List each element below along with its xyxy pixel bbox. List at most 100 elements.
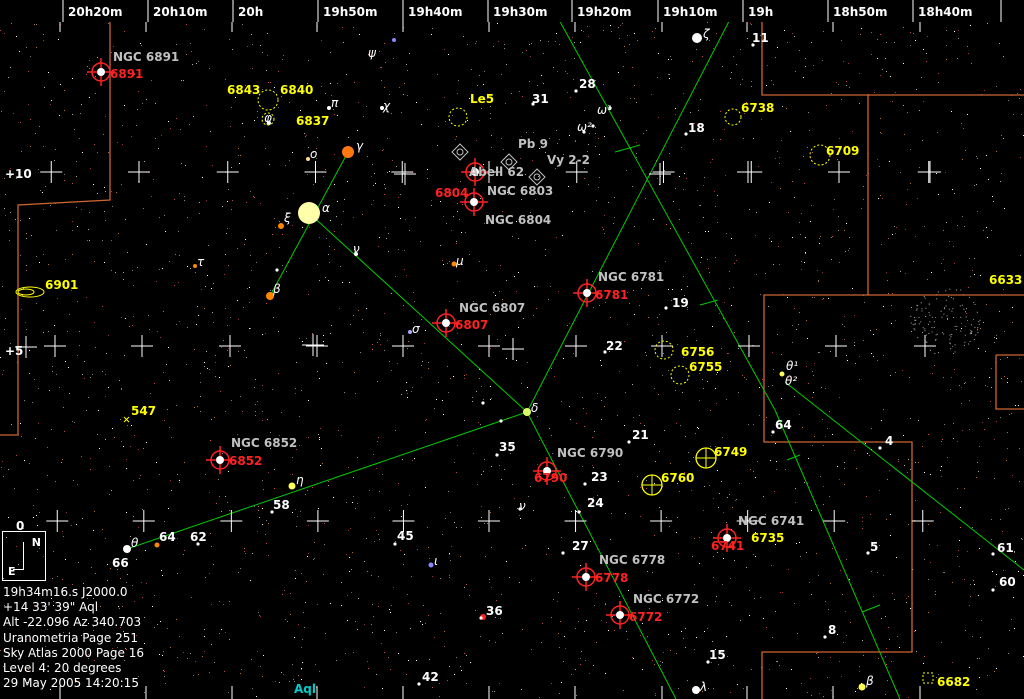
label-ngc6778: NGC 6778 <box>599 553 665 567</box>
label-64b: 64 <box>775 418 792 432</box>
label-6772: 6772 <box>629 610 662 624</box>
star-altair <box>298 202 320 224</box>
label-19: 19 <box>672 296 689 310</box>
label-tau: τ <box>197 255 205 269</box>
label-abell62: Abell 62 <box>469 165 524 179</box>
info-altaz: Alt -22.096 Az 340.703 <box>3 615 142 630</box>
label-iota: ι <box>434 554 438 568</box>
label-36: 36 <box>486 604 503 618</box>
label-omicron: ο <box>310 147 317 161</box>
info-dec: +14 33' 39" Aql <box>3 600 99 615</box>
ra-label-1950: 19h50m <box>323 5 377 19</box>
label-6709: 6709 <box>826 144 859 158</box>
ra-label-19h: 19h <box>748 5 773 19</box>
label-24: 24 <box>587 496 604 510</box>
label-beta: β <box>272 282 281 296</box>
label-61: 61 <box>997 541 1014 555</box>
label-6738: 6738 <box>741 101 774 115</box>
label-6760: 6760 <box>661 471 694 485</box>
label-ngc6741: NGC 6741 <box>738 514 804 528</box>
ra-label-1940: 19h40m <box>408 5 462 19</box>
compass-east: E <box>8 565 16 578</box>
label-58: 58 <box>273 498 290 512</box>
label-nu: ν <box>353 242 360 256</box>
label-15: 15 <box>709 648 726 662</box>
label-45: 45 <box>397 529 414 543</box>
label-ngc6891: NGC 6891 <box>113 50 179 64</box>
label-theta-aql: θ <box>131 536 139 550</box>
label-ngc6852: NGC 6852 <box>231 436 297 450</box>
label-8: 8 <box>828 623 836 637</box>
ra-label-1910: 19h10m <box>663 5 717 19</box>
label-beta-ser: β <box>865 674 874 688</box>
obj-6749[interactable] <box>695 447 717 469</box>
label-phi: φ <box>264 111 272 125</box>
compass-north: N <box>31 536 41 549</box>
info-level: Level 4: 20 degrees <box>3 661 122 676</box>
info-panel: 19h34m16.s J2000.0 +14 33' 39" Aql Alt -… <box>3 585 144 691</box>
label-chi: χ <box>382 99 391 113</box>
label-mu: μ <box>455 254 464 268</box>
ra-label-2010: 20h10m <box>153 5 207 19</box>
star-lambda-aql <box>692 686 700 694</box>
label-omega1: ω¹ <box>597 103 612 117</box>
obj-6760[interactable] <box>641 474 663 496</box>
label-pb9: Pb 9 <box>518 137 548 151</box>
label-eta: η <box>296 473 304 487</box>
label-6804: 6804 <box>435 186 468 200</box>
label-4: 4 <box>885 434 893 448</box>
label-6633: 6633 <box>989 273 1022 287</box>
label-6790: 6790 <box>534 471 567 485</box>
label-gamma: γ <box>356 139 364 153</box>
label-23: 23 <box>591 470 608 484</box>
ra-label-1840: 18h40m <box>918 5 972 19</box>
label-6781: 6781 <box>595 288 628 302</box>
label-ngc6803: NGC 6803 <box>487 184 553 198</box>
label-6741: 6741 <box>711 539 744 553</box>
label-62: 62 <box>190 530 207 544</box>
info-datetime: 29 May 2005 14:20:15 <box>3 676 139 691</box>
label-6682: 6682 <box>937 675 970 689</box>
label-6749: 6749 <box>714 445 747 459</box>
label-66: 66 <box>112 556 129 570</box>
label-6755: 6755 <box>689 360 722 374</box>
star-chart[interactable]: 20h20m 20h10m 20h 19h50m 19h40m 19h30m 1… <box>0 0 1024 699</box>
info-uranometria: Uranometria Page 251 <box>3 630 138 645</box>
label-35: 35 <box>499 440 516 454</box>
label-64a: 64 <box>159 530 176 544</box>
star-iota <box>428 562 434 568</box>
ra-label-1920: 19h20m <box>577 5 631 19</box>
label-theta2: θ² <box>785 374 797 388</box>
label-sigma: σ <box>412 322 420 336</box>
label-6778: 6778 <box>595 571 628 585</box>
dec-label-plus10: +10 <box>5 167 32 181</box>
compass-rose: N E <box>2 531 46 581</box>
label-6891: 6891 <box>110 67 143 81</box>
compass-north-arm <box>23 542 24 570</box>
label-pi: π <box>331 96 339 110</box>
label-5: 5 <box>870 540 878 554</box>
info-ra: 19h34m16.s J2000.0 <box>3 585 128 599</box>
star-tarazed <box>342 146 354 158</box>
label-6843: 6843 <box>227 83 260 97</box>
label-6852: 6852 <box>229 454 262 468</box>
label-27: 27 <box>572 539 589 553</box>
star-theta-aql <box>123 545 131 553</box>
star-psi <box>392 38 396 42</box>
label-6756: 6756 <box>681 345 714 359</box>
label-ngc6804: NGC 6804 <box>485 213 551 227</box>
label-22: 22 <box>606 339 623 353</box>
dec-label-plus5: +5 <box>5 344 23 358</box>
label-omega2: ω² <box>577 120 592 134</box>
label-ngc6807: NGC 6807 <box>459 301 525 315</box>
label-ngc6781: NGC 6781 <box>598 270 664 284</box>
ra-label-1930: 19h30m <box>493 5 547 19</box>
star-delta-aql <box>523 408 531 416</box>
label-6901: 6901 <box>45 278 78 292</box>
label-le5: Le5 <box>470 92 494 106</box>
star-theta1 <box>779 371 785 377</box>
info-skyatlas: Sky Atlas 2000 Page 16 <box>3 645 144 660</box>
label-alpha: α <box>322 201 330 215</box>
label-6807: 6807 <box>455 318 488 332</box>
label-xi: ξ <box>283 211 291 225</box>
